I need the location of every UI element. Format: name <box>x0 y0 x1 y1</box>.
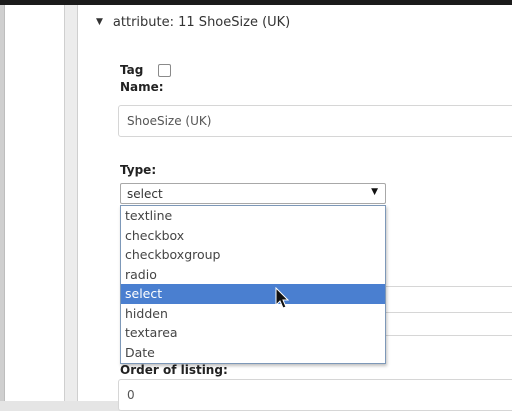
tag-label: Tag <box>120 63 144 77</box>
type-select-value: select <box>127 186 163 201</box>
name-input-value: ShoeSize (UK) <box>127 114 212 128</box>
caret-down-icon: ▼ <box>371 187 378 197</box>
type-option[interactable]: hidden <box>121 304 385 324</box>
type-option[interactable]: Date <box>121 343 385 363</box>
order-input-value: 0 <box>127 388 135 402</box>
order-input[interactable]: 0 <box>118 379 512 411</box>
type-option[interactable]: textline <box>121 206 385 226</box>
name-label: Name: <box>120 80 164 94</box>
type-option[interactable]: textarea <box>121 323 385 343</box>
type-option-highlighted[interactable]: select <box>121 284 385 304</box>
type-option[interactable]: radio <box>121 265 385 285</box>
triangle-down-icon[interactable]: ▼ <box>96 17 103 27</box>
tag-checkbox[interactable] <box>158 64 171 77</box>
type-option[interactable]: checkboxgroup <box>121 245 385 265</box>
type-option[interactable]: checkbox <box>121 226 385 246</box>
mouse-pointer-icon <box>275 287 290 309</box>
type-select[interactable]: select ▼ <box>120 183 386 204</box>
tree-indent-strip <box>64 5 78 401</box>
attribute-section-header[interactable]: ▼ attribute: 11 ShoeSize (UK) <box>96 12 290 32</box>
hidden-field-input[interactable] <box>386 312 512 336</box>
type-dropdown-list[interactable]: textline checkbox checkboxgroup radio se… <box>120 205 386 364</box>
attribute-section-title: attribute: 11 ShoeSize (UK) <box>112 14 291 30</box>
name-input[interactable]: ShoeSize (UK) <box>118 105 512 137</box>
hidden-field-border <box>386 286 512 287</box>
order-label: Order of listing: <box>120 363 228 377</box>
type-label: Type: <box>120 163 157 177</box>
